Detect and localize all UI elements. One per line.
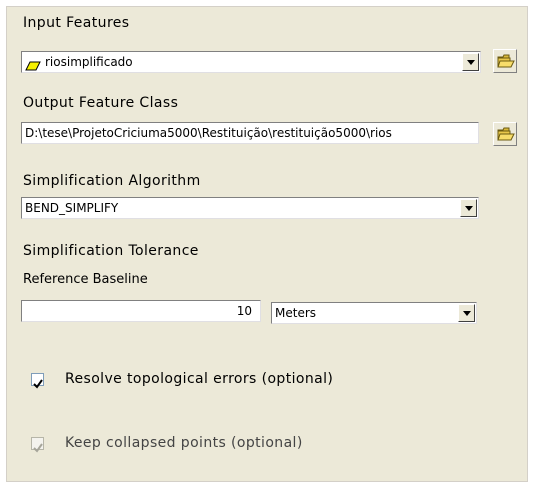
simplification-algorithm-label: Simplification Algorithm bbox=[23, 173, 201, 189]
output-feature-class-input[interactable]: D:\tese\ProjetoCriciuma5000\Restituição\… bbox=[21, 122, 479, 144]
output-feature-class-value: D:\tese\ProjetoCriciuma5000\Restituição\… bbox=[25, 126, 392, 140]
polyline-layer-icon bbox=[25, 57, 41, 72]
simplification-algorithm-value: BEND_SIMPLIFY bbox=[25, 201, 119, 215]
chevron-down-icon bbox=[465, 206, 473, 211]
reference-baseline-label: Reference Baseline bbox=[23, 272, 148, 287]
open-folder-icon bbox=[497, 126, 515, 146]
input-features-label: Input Features bbox=[23, 15, 130, 31]
resolve-errors-checkbox[interactable] bbox=[31, 373, 44, 389]
output-feature-class-browse-button[interactable] bbox=[493, 122, 517, 146]
keep-collapsed-checkbox[interactable] bbox=[31, 437, 44, 453]
input-features-value: riosimplificado bbox=[45, 55, 133, 69]
tolerance-unit-dropdown-button[interactable] bbox=[458, 304, 475, 322]
simplification-algorithm-select[interactable]: BEND_SIMPLIFY bbox=[21, 197, 479, 219]
output-feature-class-label: Output Feature Class bbox=[23, 95, 179, 111]
tolerance-unit-select[interactable]: Meters bbox=[271, 302, 477, 324]
resolve-errors-label: Resolve topological errors (optional) bbox=[65, 371, 334, 387]
tolerance-value-input[interactable]: 10 bbox=[21, 300, 261, 322]
tolerance-value: 10 bbox=[236, 304, 252, 318]
chevron-down-icon bbox=[467, 60, 475, 65]
checkmark-icon bbox=[33, 438, 43, 457]
open-folder-icon bbox=[497, 53, 515, 73]
tool-dialog-panel: Input Features riosimplificado Output Fe… bbox=[6, 6, 528, 482]
tolerance-unit-value: Meters bbox=[275, 306, 317, 320]
input-features-combobox[interactable]: riosimplificado bbox=[21, 51, 481, 73]
input-features-dropdown-button[interactable] bbox=[462, 53, 479, 71]
simplification-tolerance-label: Simplification Tolerance bbox=[23, 243, 199, 259]
checkmark-icon bbox=[33, 374, 43, 393]
chevron-down-icon bbox=[463, 311, 471, 316]
input-features-browse-button[interactable] bbox=[493, 49, 517, 73]
keep-collapsed-label: Keep collapsed points (optional) bbox=[65, 435, 303, 451]
simplification-algorithm-dropdown-button[interactable] bbox=[460, 199, 477, 217]
